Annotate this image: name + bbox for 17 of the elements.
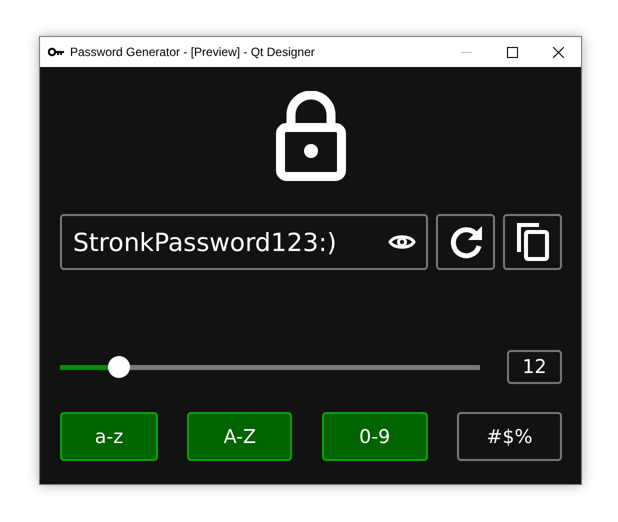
slider-handle[interactable] (108, 356, 130, 378)
window-title: Password Generator - [Preview] - Qt Designer (70, 45, 316, 59)
charset-toggle[interactable]: 0-9 (322, 412, 428, 461)
close-button[interactable] (552, 46, 564, 58)
maximize-button[interactable] (506, 46, 518, 58)
copy-button[interactable] (503, 214, 562, 270)
copy-icon (514, 222, 550, 262)
length-spinbox[interactable]: 12 (507, 350, 562, 384)
key-icon (48, 47, 64, 57)
password-text: StronkPassword123:) (73, 228, 338, 256)
padlock-icon (276, 91, 346, 181)
charset-toggle[interactable]: #$% (456, 412, 562, 461)
length-slider[interactable] (60, 356, 480, 378)
password-field[interactable]: StronkPassword123:) (60, 214, 428, 270)
refresh-button[interactable] (436, 214, 495, 270)
charset-toggle[interactable]: A-Z (187, 412, 292, 461)
charset-toggle[interactable]: a-z (60, 412, 158, 461)
